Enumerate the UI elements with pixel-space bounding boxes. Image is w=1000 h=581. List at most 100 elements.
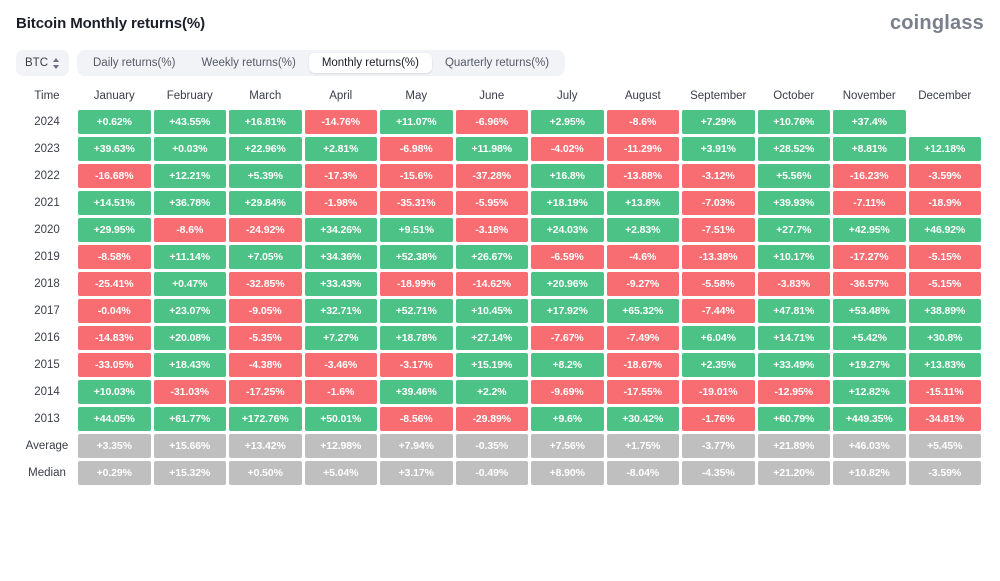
cell-2018-december: -5.15%	[908, 272, 981, 296]
cell-average-may: +7.94%	[380, 434, 453, 458]
cell-median-august: -8.04%	[606, 461, 679, 485]
cell-2020-may: +9.51%	[380, 218, 453, 242]
cell-2022-september: -3.12%	[682, 164, 755, 188]
cell-2024-january: +0.62%	[78, 110, 151, 134]
cell-2016-september: +6.04%	[682, 326, 755, 350]
cell-2024-march: +16.81%	[229, 110, 302, 134]
column-header-january: January	[93, 90, 135, 102]
cell-2017-november: +53.48%	[833, 299, 906, 323]
cell-average-march: +13.42%	[229, 434, 302, 458]
column-header-september: September	[690, 90, 747, 102]
cell-2014-december: -15.11%	[908, 380, 981, 404]
table-row: 2019 -8.58% +11.14% +7.05% +34.36% +52.38% +26…	[19, 245, 981, 269]
cell-2017-march: -9.05%	[229, 299, 302, 323]
cell-2020-october: +27.7%	[757, 218, 830, 242]
cell-2024-october: +10.76%	[757, 110, 830, 134]
cell-2015-october: +33.49%	[757, 353, 830, 377]
cell-2013-june: -29.89%	[455, 407, 528, 431]
cell-average-november: +46.03%	[833, 434, 906, 458]
cell-average-april: +12.98%	[304, 434, 377, 458]
cell-2013-february: +61.77%	[153, 407, 226, 431]
cell-2022-august: -13.88%	[606, 164, 679, 188]
cell-2022-february: +12.21%	[153, 164, 226, 188]
cell-2021-november: -7.11%	[833, 191, 906, 215]
cell-2015-july: +8.2%	[531, 353, 604, 377]
cell-median-february: +15.32%	[153, 461, 226, 485]
cell-2024-july: +2.95%	[531, 110, 604, 134]
cell-2022-april: -17.3%	[304, 164, 377, 188]
cell-2017-july: +17.92%	[531, 299, 604, 323]
cell-2016-february: +20.08%	[153, 326, 226, 350]
cell-2016-march: -5.35%	[229, 326, 302, 350]
cell-2015-may: -3.17%	[380, 353, 453, 377]
column-header-march: March	[249, 90, 282, 102]
table-row: 2024 +0.62% +43.55% +16.81% -14.76% +11.07% -6…	[19, 110, 981, 134]
cell-2023-january: +39.63%	[78, 137, 151, 161]
cell-2021-january: +14.51%	[78, 191, 151, 215]
cell-2014-march: -17.25%	[229, 380, 302, 404]
page-header: Bitcoin Monthly returns(%) coinglass	[12, 0, 988, 46]
cell-2019-march: +7.05%	[229, 245, 302, 269]
table-row: 2014 +10.03% -31.03% -17.25% -1.6% +39.46% +2.…	[19, 380, 981, 404]
cell-2017-december: +38.89%	[908, 299, 981, 323]
cell-2015-june: +15.19%	[455, 353, 528, 377]
cell-median-april: +5.04%	[304, 461, 377, 485]
cell-2016-november: +5.42%	[833, 326, 906, 350]
cell-2020-december: +46.92%	[908, 218, 981, 242]
cell-2020-july: +24.03%	[531, 218, 604, 242]
cell-2023-june: +11.98%	[455, 137, 528, 161]
cell-2024-august: -8.6%	[606, 110, 679, 134]
tab-quarterly-returns[interactable]: Quarterly returns(%)	[432, 53, 562, 73]
table-body: 2024 +0.62% +43.55% +16.81% -14.76% +11.07% -6…	[19, 110, 981, 485]
cell-2023-july: -4.02%	[531, 137, 604, 161]
cell-average-december: +5.45%	[908, 434, 981, 458]
tab-monthly-returns[interactable]: Monthly returns(%)	[308, 53, 432, 73]
cell-2014-february: -31.03%	[153, 380, 226, 404]
cell-2019-january: -8.58%	[78, 245, 151, 269]
cell-2024-september: +7.29%	[682, 110, 755, 134]
row-label-2022: 2022	[34, 170, 60, 182]
controls-row: BTC Daily returns(%) Weekly returns(%) M…	[12, 46, 988, 80]
cell-2019-august: -4.6%	[606, 245, 679, 269]
table-row: 2022 -16.68% +12.21% +5.39% -17.3% -15.6% -37.…	[19, 164, 981, 188]
cell-2018-september: -5.58%	[682, 272, 755, 296]
tab-weekly-returns[interactable]: Weekly returns(%)	[188, 53, 308, 73]
symbol-selector-label: BTC	[25, 57, 48, 69]
monthly-returns-table: Time January February March April May June July…	[16, 84, 984, 488]
cell-2013-october: +60.79%	[757, 407, 830, 431]
cell-2014-january: +10.03%	[78, 380, 151, 404]
cell-2021-may: -35.31%	[380, 191, 453, 215]
cell-2014-may: +39.46%	[380, 380, 453, 404]
cell-2014-august: -17.55%	[606, 380, 679, 404]
cell-2020-august: +2.83%	[606, 218, 679, 242]
cell-2023-august: -11.29%	[606, 137, 679, 161]
page-title: Bitcoin Monthly returns(%)	[16, 14, 206, 32]
cell-2022-july: +16.8%	[531, 164, 604, 188]
row-label-2019: 2019	[34, 251, 60, 263]
table-row: 2021 +14.51% +36.78% +29.84% -1.98% -35.31% -5…	[19, 191, 981, 215]
cell-2014-april: -1.6%	[304, 380, 377, 404]
table-row: 2013 +44.05% +61.77% +172.76% +50.01% -8.56% -…	[19, 407, 981, 431]
cell-2015-february: +18.43%	[153, 353, 226, 377]
cell-median-december: -3.59%	[908, 461, 981, 485]
cell-2021-february: +36.78%	[153, 191, 226, 215]
cell-2016-april: +7.27%	[304, 326, 377, 350]
column-header-time: Time	[34, 90, 60, 102]
cell-2016-august: -7.49%	[606, 326, 679, 350]
row-label-2013: 2013	[34, 413, 60, 425]
cell-average-september: -3.77%	[682, 434, 755, 458]
cell-2013-march: +172.76%	[229, 407, 302, 431]
cell-2022-october: +5.56%	[757, 164, 830, 188]
row-label-2017: 2017	[34, 305, 60, 317]
symbol-selector[interactable]: BTC	[16, 50, 69, 76]
tab-daily-returns[interactable]: Daily returns(%)	[80, 53, 188, 73]
cell-2017-february: +23.07%	[153, 299, 226, 323]
cell-2018-march: -32.85%	[229, 272, 302, 296]
cell-2017-september: -7.44%	[682, 299, 755, 323]
cell-2022-march: +5.39%	[229, 164, 302, 188]
column-header-august: August	[624, 90, 661, 102]
cell-2018-january: -25.41%	[78, 272, 151, 296]
cell-2019-november: -17.27%	[833, 245, 906, 269]
coinglass-logo: coinglass	[889, 11, 984, 34]
returns-table-wrap: Time January February March April May June July…	[12, 80, 988, 488]
